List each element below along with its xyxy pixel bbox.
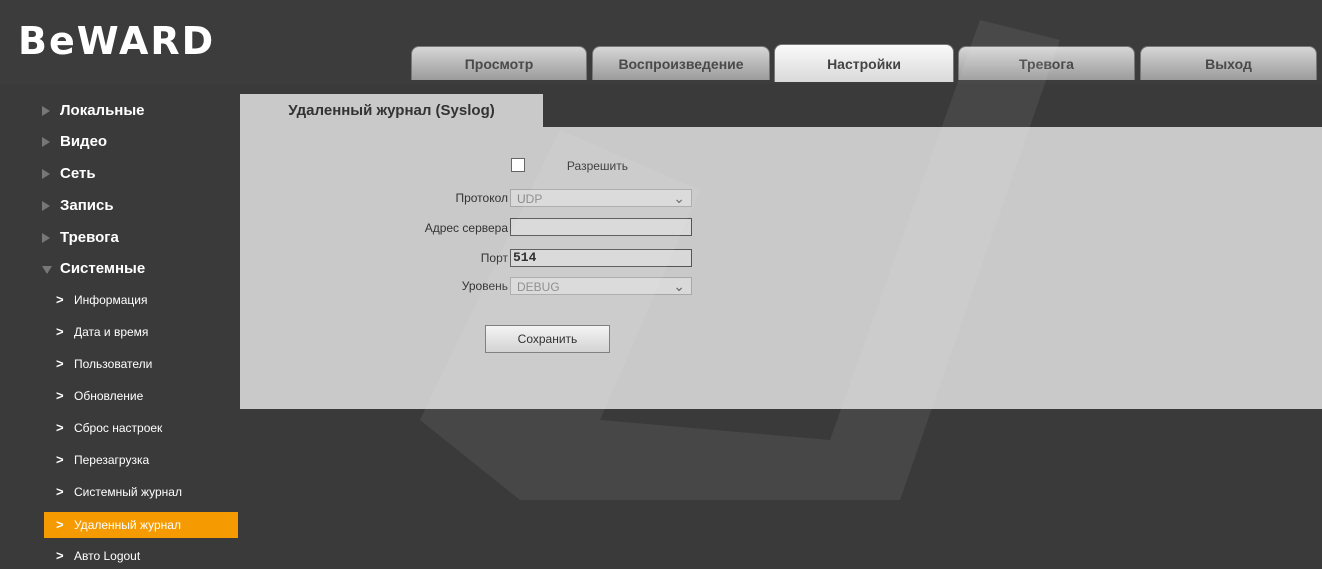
sidebar-subitem-reset[interactable]: > Сброс настроек [44, 415, 238, 441]
chevron-right-icon: > [56, 517, 64, 532]
sidebar-item-local[interactable]: Локальные [0, 96, 236, 126]
sidebar-subitem-datetime[interactable]: > Дата и время [44, 319, 238, 345]
tab-alarm[interactable]: Тревога [958, 46, 1135, 80]
port-input[interactable]: 514 [510, 249, 692, 267]
triangle-right-icon [42, 137, 50, 147]
sidebar-subitem-label: Пользователи [74, 357, 153, 371]
sidebar-subitem-update[interactable]: > Обновление [44, 383, 238, 409]
tab-settings[interactable]: Настройки [774, 44, 954, 82]
sidebar-subitem-label: Удаленный журнал [74, 518, 181, 532]
server-address-input[interactable] [510, 218, 692, 236]
sidebar-subitem-label: Дата и время [74, 325, 149, 339]
protocol-value: UDP [517, 192, 543, 206]
chevron-right-icon: > [56, 484, 64, 499]
sidebar-item-alarm[interactable]: Тревога [0, 223, 236, 253]
sidebar-subitem-remote-log[interactable]: > Удаленный журнал [44, 512, 238, 538]
enable-checkbox[interactable] [511, 158, 525, 172]
brand-logo: BeWARD [18, 19, 216, 63]
tab-playback[interactable]: Воспроизведение [592, 46, 770, 80]
server-address-label: Адрес сервера [424, 221, 508, 235]
chevron-down-icon: ⌄ [673, 278, 685, 294]
sidebar-item-label: Локальные [60, 102, 145, 119]
chevron-right-icon: > [56, 292, 64, 307]
enable-label: Разрешить [566, 159, 628, 173]
protocol-label: Протокол [455, 191, 508, 205]
chevron-right-icon: > [56, 420, 64, 435]
chevron-right-icon: > [56, 324, 64, 339]
page-title: Удаленный журнал (Syslog) [240, 94, 543, 127]
sidebar-subitem-auto-logout[interactable]: > Авто Logout [44, 543, 238, 569]
chevron-right-icon: > [56, 452, 64, 467]
save-button[interactable]: Сохранить [485, 325, 610, 353]
tab-exit[interactable]: Выход [1140, 46, 1317, 80]
triangle-right-icon [42, 233, 50, 243]
sidebar-subitem-label: Сброс настроек [74, 421, 163, 435]
triangle-right-icon [42, 106, 50, 116]
sidebar-subitem-label: Системный журнал [74, 485, 182, 499]
triangle-right-icon [42, 201, 50, 211]
header: BeWARD Просмотр Воспроизведение Настройк… [0, 0, 1322, 84]
sidebar-item-record[interactable]: Запись [0, 191, 236, 221]
sidebar: Локальные Видео Сеть Запись Тревога Сист… [0, 84, 238, 569]
sidebar-subitem-label: Перезагрузка [74, 453, 150, 467]
triangle-right-icon [42, 169, 50, 179]
sidebar-subitem-system-log[interactable]: > Системный журнал [44, 479, 238, 505]
sidebar-item-video[interactable]: Видео [0, 127, 236, 157]
sidebar-item-label: Тревога [60, 229, 119, 246]
tab-view[interactable]: Просмотр [411, 46, 587, 80]
chevron-right-icon: > [56, 548, 64, 563]
sidebar-subitem-label: Информация [74, 293, 148, 307]
chevron-right-icon: > [56, 356, 64, 371]
triangle-down-icon [42, 266, 52, 274]
sidebar-subitem-info[interactable]: > Информация [44, 287, 238, 313]
sidebar-item-label: Видео [60, 133, 108, 150]
sidebar-item-label: Запись [60, 197, 114, 214]
chevron-right-icon: > [56, 388, 64, 403]
protocol-select[interactable]: UDP ⌄ [510, 189, 692, 207]
port-label: Порт [480, 251, 508, 265]
level-select[interactable]: DEBUG ⌄ [510, 277, 692, 295]
sidebar-item-network[interactable]: Сеть [0, 159, 236, 189]
chevron-down-icon: ⌄ [673, 190, 685, 206]
sidebar-subitem-label: Авто Logout [74, 549, 141, 563]
sidebar-item-label: Системные [60, 260, 146, 277]
level-value: DEBUG [517, 280, 560, 294]
settings-panel: Разрешить Протокол UDP ⌄ Адрес сервера П… [240, 127, 1322, 409]
sidebar-subitem-label: Обновление [74, 389, 144, 403]
sidebar-subitem-reboot[interactable]: > Перезагрузка [44, 447, 238, 473]
level-label: Уровень [461, 279, 508, 293]
sidebar-subitem-users[interactable]: > Пользователи [44, 351, 238, 377]
sidebar-item-label: Сеть [60, 165, 96, 182]
sidebar-item-system[interactable]: Системные [0, 254, 236, 284]
